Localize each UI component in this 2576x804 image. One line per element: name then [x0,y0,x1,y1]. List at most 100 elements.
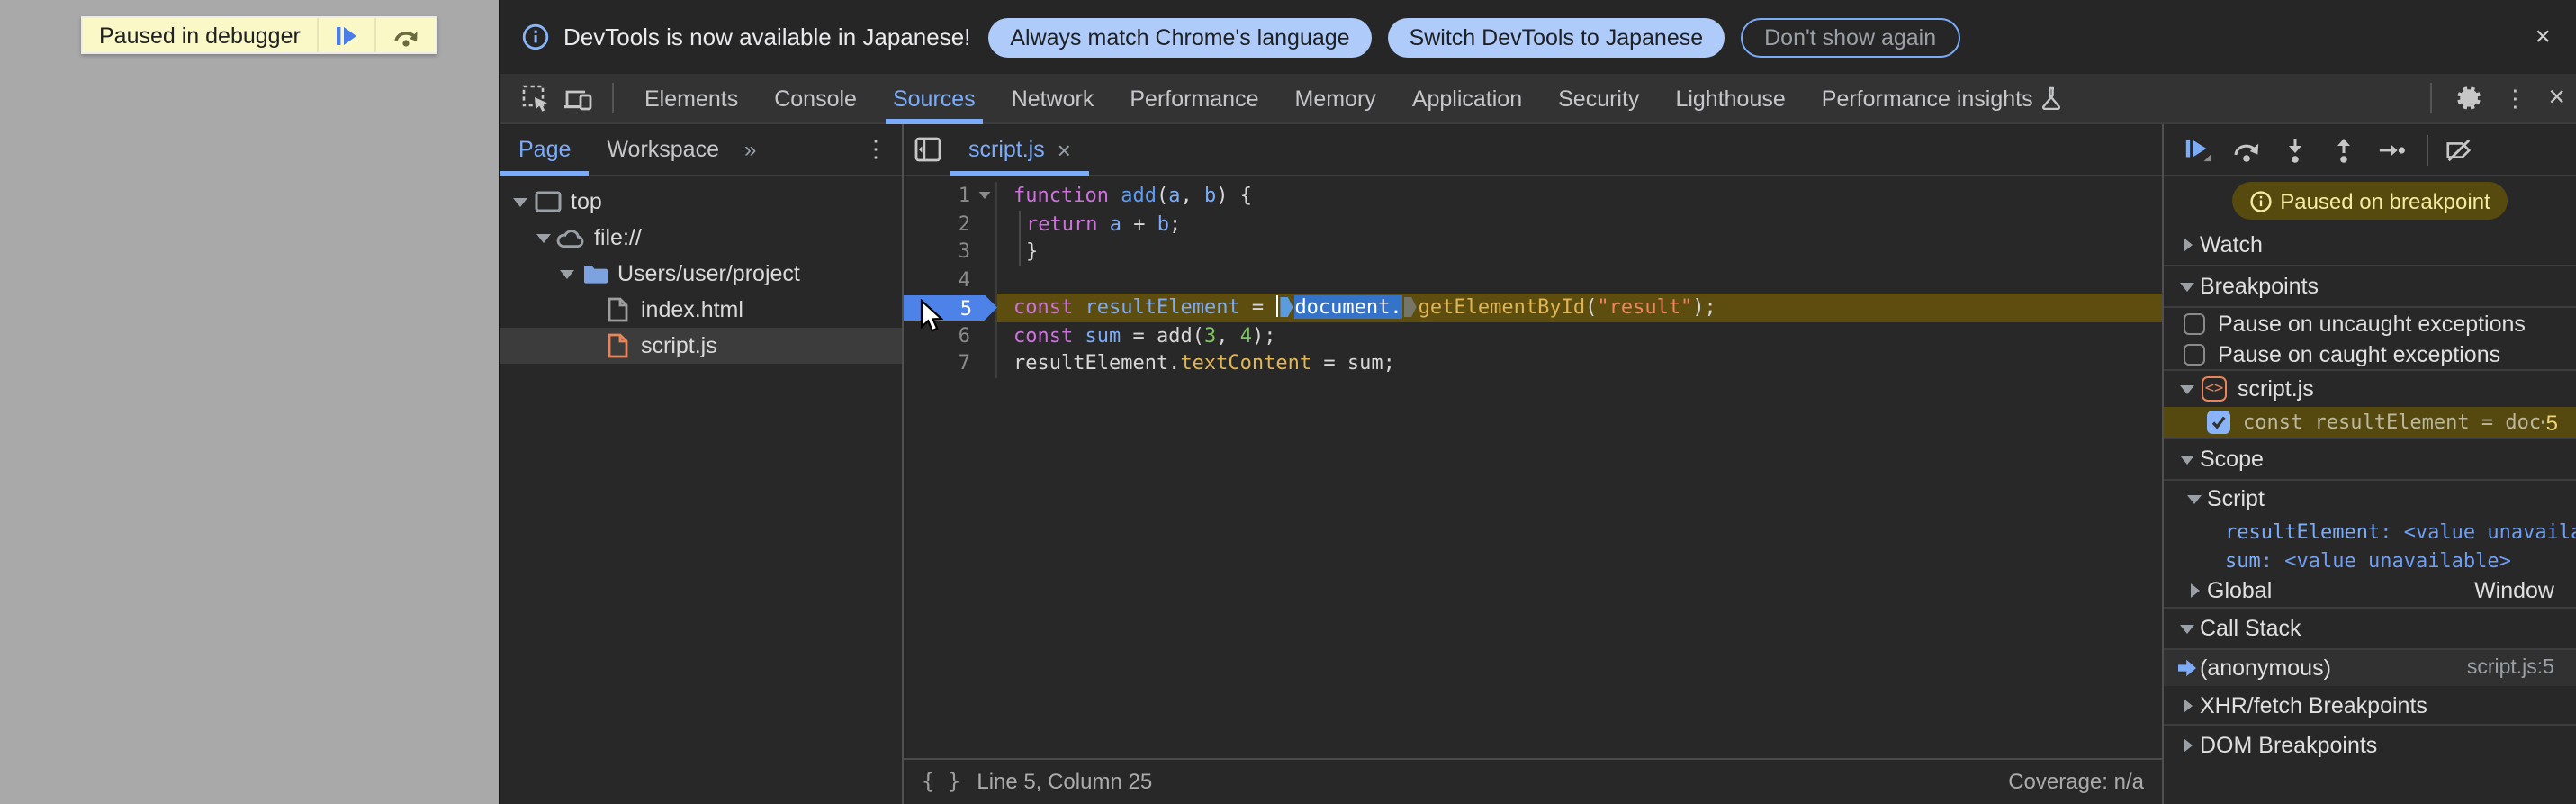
step-over-button[interactable] [2232,135,2261,164]
tab-sources[interactable]: Sources [875,73,994,123]
code-token: function [1013,184,1109,207]
scope-script-row[interactable]: Script [2164,481,2576,517]
line-gutter[interactable]: 5 [904,294,997,321]
code-line-content[interactable]: resultElement.textContent = sum; [997,349,2162,377]
scope-var-row[interactable]: sum: <value unavailable> [2164,546,2576,574]
info-icon [522,23,549,50]
code-line-4[interactable]: 4 [904,266,2162,294]
line-gutter[interactable]: 6 [904,321,997,349]
pause-caught-row[interactable]: Pause on caught exceptions [2164,339,2576,369]
tree-item-file-[interactable]: file:// [500,220,902,256]
section-xhr-breakpoints[interactable]: XHR/fetch Breakpoints [2164,686,2576,724]
editor-tab-close-icon[interactable]: × [1058,136,1071,163]
step-button[interactable] [2378,135,2407,164]
line-gutter[interactable]: 2 [904,210,997,238]
code-line-1[interactable]: 1 function add(a, b) { [904,182,2162,210]
tab-console[interactable]: Console [756,73,875,123]
overlay-step-over-button[interactable] [376,18,436,52]
tab-memory[interactable]: Memory [1277,73,1394,123]
tree-item-label: index.html [641,297,743,322]
code-line-content[interactable]: function add(a, b) { [997,182,2162,210]
section-watch[interactable]: Watch [2164,225,2576,265]
pretty-print-icon[interactable]: { } [922,769,960,794]
file-tree: top file:// Users/user/project index.html sc… [500,176,902,364]
tab-label: Performance [1130,86,1259,111]
tab-application[interactable]: Application [1394,73,1540,123]
continue-to-location-marker[interactable] [1280,297,1293,317]
continue-to-location-marker[interactable] [1403,297,1417,317]
more-options-icon[interactable]: ⋮ [2492,84,2537,113]
line-gutter[interactable]: 1 [904,182,997,210]
infobar-close-icon[interactable]: × [2527,22,2558,52]
pause-uncaught-row[interactable]: Pause on uncaught exceptions [2164,308,2576,339]
scope-global-row[interactable]: Global Window [2164,574,2576,607]
switch-to-japanese-button[interactable]: Switch DevTools to Japanese [1387,17,1725,57]
overlay-resume-button[interactable] [319,18,376,52]
devtools-close-icon[interactable]: × [2537,82,2576,114]
screen: Paused in debugger DevTools is now avail… [0,0,2576,804]
expander-caret-icon[interactable] [512,197,527,206]
code-line-content[interactable]: const sum = add(3, 4); [997,321,2162,349]
code-line-5[interactable]: 5 const resultElement = document. getEleme… [904,294,2162,321]
code-line-7[interactable]: 7 resultElement.textContent = sum; [904,349,2162,377]
step-out-button[interactable] [2329,135,2358,164]
breakpoint-marker[interactable]: 5 [904,294,997,321]
dom-breakpoints-label: DOM Breakpoints [2200,732,2378,757]
dont-show-again-button[interactable]: Don't show again [1741,17,1960,57]
settings-gear-icon[interactable] [2444,85,2492,112]
editor-tab-script-js[interactable]: script.js × [950,123,1089,176]
code-line-content[interactable]: } [997,238,2162,266]
tab-performance-insights[interactable]: Performance insights [1804,73,2080,123]
navigator-menu-dots-icon[interactable]: ⋮ [850,135,902,164]
tab-security[interactable]: Security [1540,73,1657,123]
tab-performance[interactable]: Performance [1112,73,1276,123]
section-call-stack[interactable]: Call Stack [2164,609,2576,648]
inspect-element-icon[interactable] [520,84,549,113]
line-gutter[interactable]: 4 [904,266,997,294]
fold-caret-icon[interactable] [978,192,991,199]
code-line-content[interactable]: return a + b; [997,210,2162,238]
tree-item-top[interactable]: top [500,184,902,220]
step-into-button[interactable] [2281,135,2310,164]
tab-workspace[interactable]: Workspace [589,123,737,176]
tab-network[interactable]: Network [994,73,1112,123]
pause-uncaught-checkbox[interactable] [2184,312,2205,334]
code-token: "result" [1597,295,1693,319]
line-gutter[interactable]: 7 [904,349,997,377]
breakpoint-entry-row[interactable]: const resultElement = doc⋯ 5 [2164,407,2576,438]
breakpoint-entry-checkbox[interactable] [2207,411,2230,434]
code-line-content[interactable]: const resultElement = document. getElemen… [997,294,2162,321]
coverage-label: Coverage: n/a [2008,769,2144,794]
line-gutter[interactable]: 3 [904,238,997,266]
section-scope[interactable]: Scope [2164,439,2576,479]
deactivate-breakpoints-button[interactable] [2445,135,2473,164]
code-line-2[interactable]: 2 return a + b; [904,210,2162,238]
editor-pane: script.js × 1 function add(a, b) {2 return… [904,124,2162,804]
tree-item-index-html[interactable]: index.html [500,292,902,328]
breakpoint-group-label: script.js [2238,376,2314,402]
section-dom-breakpoints[interactable]: DOM Breakpoints [2164,726,2576,763]
tree-item-script-js[interactable]: script.js [500,328,902,364]
code-line-3[interactable]: 3} [904,238,2162,266]
breakpoint-group-row[interactable]: <> script.js [2164,371,2576,407]
expander-caret-icon[interactable] [559,269,573,278]
code-line-6[interactable]: 6 const sum = add(3, 4); [904,321,2162,349]
code-editor[interactable]: 1 function add(a, b) {2 return a + b; 3} 4 5 c… [904,176,2162,757]
tab-page[interactable]: Page [500,123,590,176]
tree-item-users-user-project[interactable]: Users/user/project [500,256,902,292]
always-match-language-button[interactable]: Always match Chrome's language [988,17,1372,57]
code-line-content[interactable] [997,266,2162,294]
pause-caught-checkbox[interactable] [2184,343,2205,365]
tab-lighthouse[interactable]: Lighthouse [1657,73,1803,123]
section-breakpoints[interactable]: Breakpoints [2164,266,2576,306]
call-stack-frame-row[interactable]: (anonymous) script.js:5 [2164,650,2576,686]
pause-uncaught-label: Pause on uncaught exceptions [2218,311,2526,336]
code-token: , [1216,323,1240,347]
more-tabs-icon[interactable]: » [737,137,761,162]
tab-elements[interactable]: Elements [626,73,756,123]
toggle-navigator-icon[interactable] [904,137,950,162]
device-toolbar-icon[interactable] [563,84,592,113]
resume-script-button[interactable] [2184,135,2212,164]
scope-var-row[interactable]: resultElement: <value unavailable> [2164,517,2576,546]
expander-caret-icon[interactable] [536,233,550,242]
